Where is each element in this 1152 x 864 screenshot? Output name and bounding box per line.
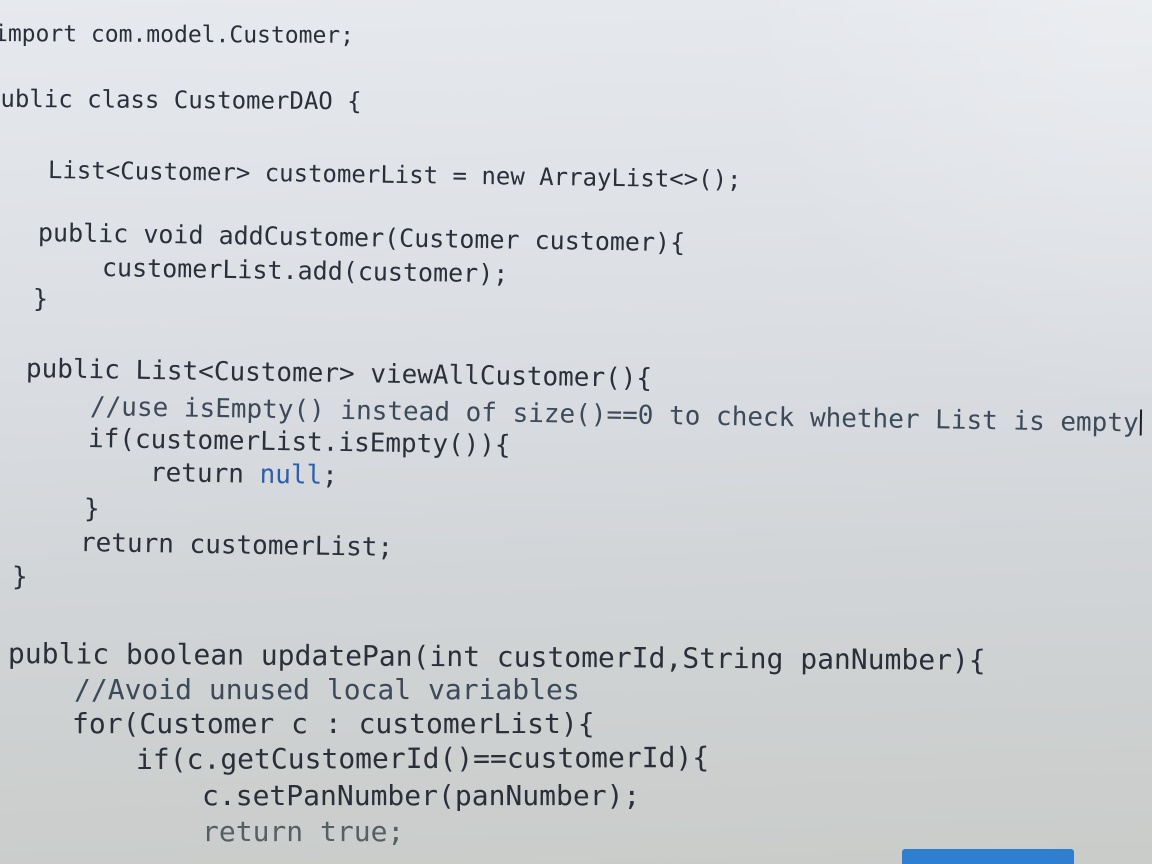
- null-keyword: null: [259, 459, 323, 491]
- code-line-add-method-close: }: [33, 284, 49, 313]
- code-line-update-method-signature: public boolean updatePan(int customerId,…: [7, 637, 986, 677]
- code-line-class-declaration: public class CustomerDAO {: [0, 84, 362, 116]
- taskbar-button[interactable]: [902, 849, 1074, 864]
- code-line-return-null: return null;: [149, 458, 339, 491]
- code-line-comment-unused-vars: //Avoid unused local variables: [74, 673, 580, 706]
- code-line-view-method-close: }: [12, 562, 28, 592]
- code-line-view-method-signature: public List<Customer> viewAllCustomer(){: [25, 354, 653, 394]
- code-line-if-isempty: if(customerList.isEmpty()){: [87, 424, 511, 461]
- code-line-return-list: return customerList;: [79, 528, 394, 563]
- code-line-add-method-body: customerList.add(customer);: [101, 253, 509, 289]
- code-line-add-method-signature: public void addCustomer(Customer custome…: [37, 218, 686, 258]
- statement-terminator: ;: [321, 460, 339, 491]
- return-keyword: return: [149, 458, 245, 490]
- code-line-if-customer-id: if(c.getCustomerId()==customerId){: [135, 740, 710, 776]
- code-line-return-true: return true;: [202, 815, 405, 848]
- code-editor[interactable]: import com.model.Customer; public class …: [0, 0, 1152, 864]
- code-line-for-loop: for(Customer c : customerList){: [72, 707, 595, 740]
- text-cursor: [1139, 409, 1142, 436]
- code-line-if-close: }: [84, 494, 100, 524]
- code-line-field-declaration: List<Customer> customerList = new ArrayL…: [47, 156, 742, 194]
- code-line-import: import com.model.Customer;: [0, 21, 355, 49]
- code-line-set-pan-number: c.setPanNumber(panNumber);: [202, 779, 641, 812]
